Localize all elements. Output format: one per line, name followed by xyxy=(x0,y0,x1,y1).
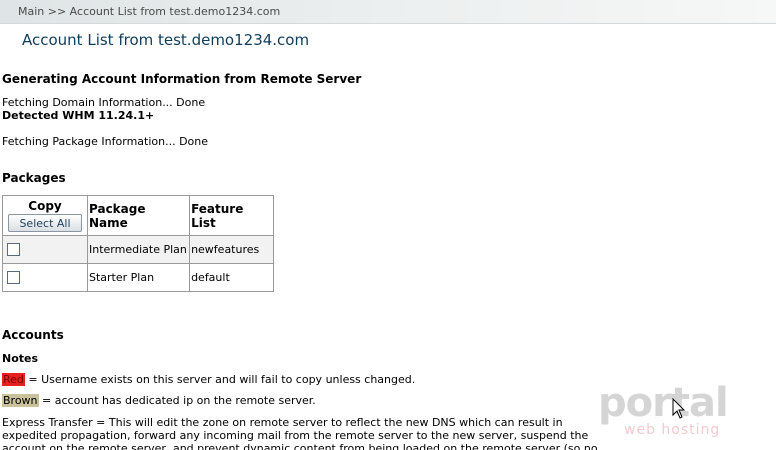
page-title: Account List from test.demo1234.com xyxy=(22,31,310,49)
brown-swatch: Brown xyxy=(2,394,39,407)
select-all-button[interactable]: Select All xyxy=(8,214,82,232)
accounts-section-title: Accounts xyxy=(2,328,64,342)
packages-section-title: Packages xyxy=(2,171,66,185)
red-note-text: = Username exists on this server and wil… xyxy=(24,373,416,386)
packages-table: Copy Select All Package Name Feature Lis… xyxy=(2,195,274,292)
copy-checkbox-intermediate-plan[interactable] xyxy=(7,243,20,257)
brown-note: Brown = account has dedicated ip on the … xyxy=(2,394,316,407)
package-name-cell: Starter Plan xyxy=(86,263,191,292)
feature-list-cell: default xyxy=(189,263,274,292)
fetch-package-status: Fetching Package Information... Done xyxy=(2,135,209,148)
package-name-header: Package Name xyxy=(86,195,191,236)
breadcrumb-bar: Main >> Account List from test.demo1234.… xyxy=(0,0,776,24)
red-swatch: Red xyxy=(2,373,25,386)
copy-checkbox-starter-plan[interactable] xyxy=(7,271,20,285)
breadcrumb[interactable]: Main >> Account List from test.demo1234.… xyxy=(18,5,280,18)
express-transfer-note: Express Transfer = This will edit the zo… xyxy=(2,416,598,450)
copy-cell xyxy=(2,263,88,292)
fetch-domain-status: Fetching Domain Information... Done xyxy=(2,96,206,109)
copy-header-label: Copy xyxy=(28,199,62,213)
package-name-cell: Intermediate Plan xyxy=(86,235,191,264)
brown-note-text: = account has dedicated ip on the remote… xyxy=(38,394,316,407)
generating-section-title: Generating Account Information from Remo… xyxy=(2,72,362,86)
logo-wordmark: portal xyxy=(598,380,729,426)
detected-whm-version: Detected WHM 11.24.1+ xyxy=(2,109,155,122)
table-row: Intermediate Plan newfeatures xyxy=(2,235,274,264)
feature-list-cell: newfeatures xyxy=(189,235,274,264)
mouse-cursor-icon xyxy=(672,398,686,419)
red-note: Red = Username exists on this server and… xyxy=(2,373,415,386)
logo-tagline: web hosting xyxy=(624,422,721,438)
packages-table-header: Copy Select All Package Name Feature Lis… xyxy=(2,195,274,236)
table-row: Starter Plan default xyxy=(2,263,274,292)
notes-title: Notes xyxy=(2,352,39,365)
copy-column-header: Copy Select All xyxy=(2,195,88,236)
feature-list-header: Feature List xyxy=(189,195,274,236)
copy-cell xyxy=(2,235,88,264)
